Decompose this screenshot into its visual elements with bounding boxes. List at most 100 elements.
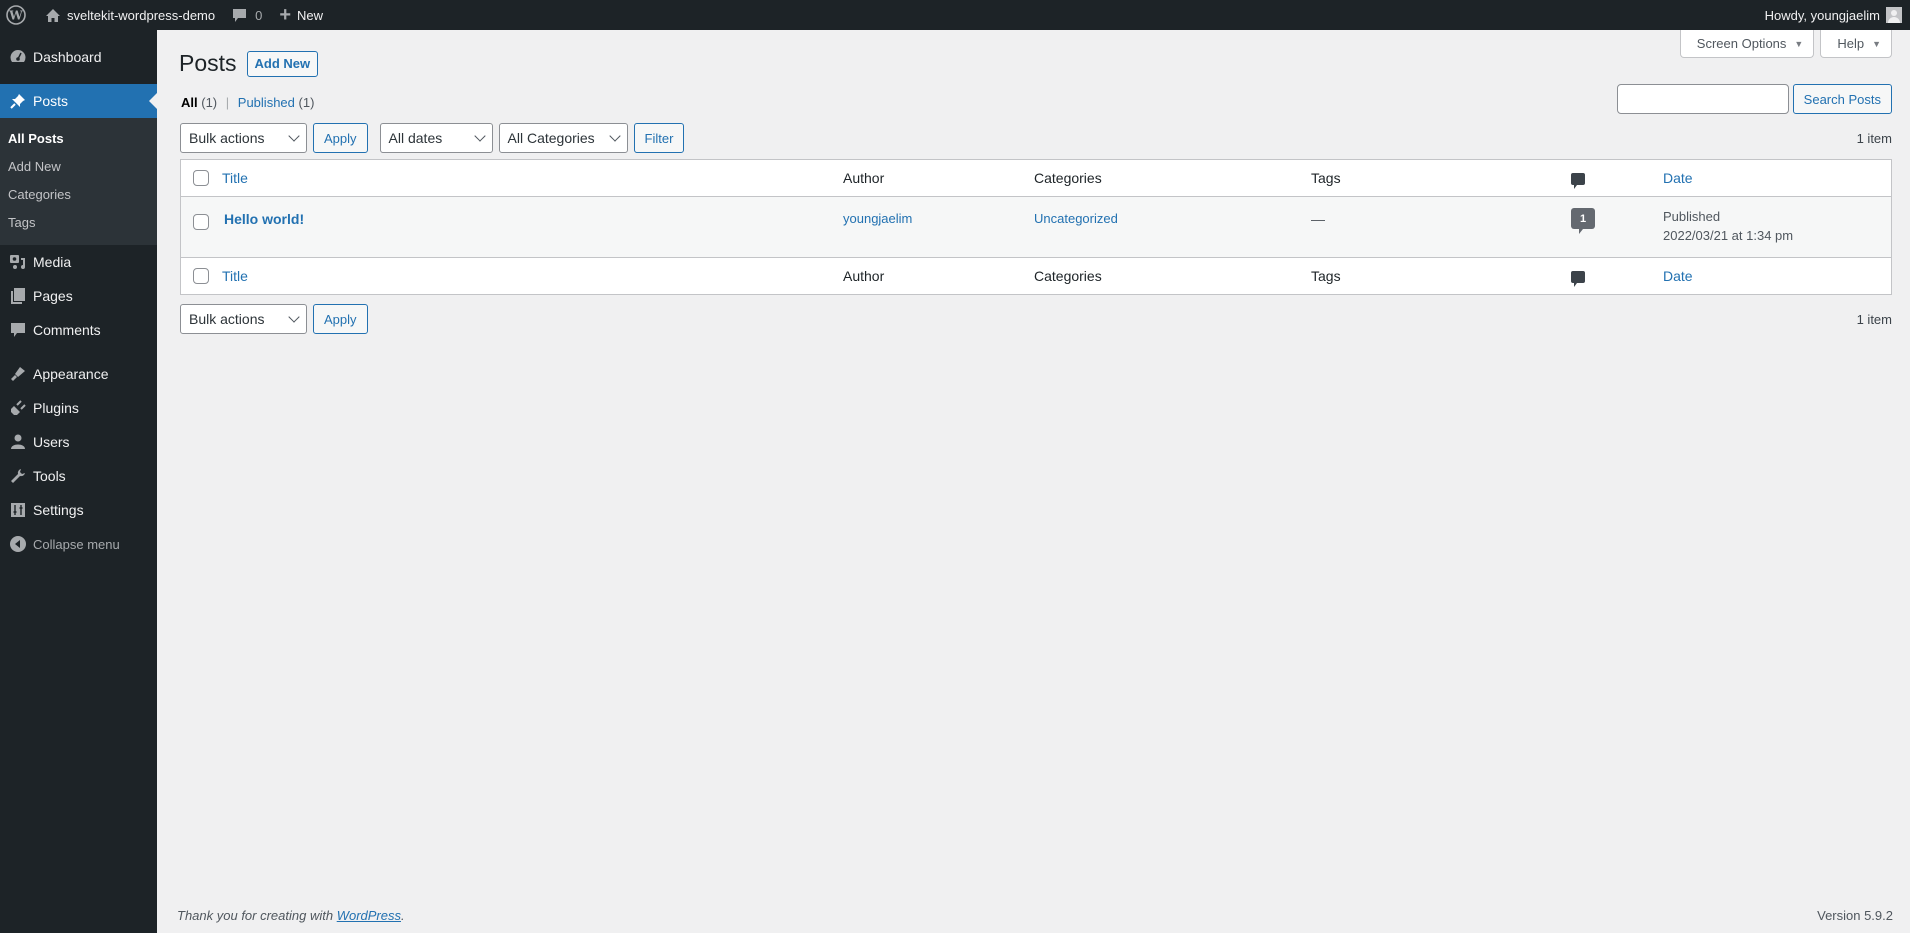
sidebar-item-tools[interactable]: Tools [0, 459, 157, 493]
home-icon [45, 8, 61, 23]
column-title-sort[interactable]: Title [222, 170, 248, 186]
post-tags: — [1311, 211, 1325, 227]
sidebar-label: Comments [33, 322, 101, 338]
search-posts-button[interactable]: Search Posts [1792, 84, 1892, 114]
site-name: sveltekit-wordpress-demo [67, 7, 216, 23]
categories-filter-select[interactable]: All Categories [498, 123, 628, 153]
sidebar-label: Dashboard [33, 49, 102, 65]
wp-logo-menu[interactable]: W [0, 0, 33, 30]
comment-bubble-icon [1571, 271, 1585, 287]
new-content-menu[interactable]: + New [269, 0, 330, 30]
submenu-categories[interactable]: Categories [0, 181, 157, 209]
chevron-down-icon [608, 129, 621, 142]
media-icon [8, 252, 28, 272]
select-all-checkbox[interactable] [193, 170, 209, 186]
main-content: Screen Options ▼ Help ▼ Posts Add New Al… [157, 30, 1910, 933]
post-date-value: 2022/03/21 at 1:34 pm [1663, 228, 1794, 243]
select-value: Bulk actions [189, 130, 265, 146]
submenu-tags[interactable]: Tags [0, 209, 157, 237]
comments-count: 0 [255, 7, 263, 23]
help-button[interactable]: Help ▼ [1820, 30, 1892, 58]
published-count: (1) [298, 95, 315, 110]
sidebar-item-comments[interactable]: Comments [0, 313, 157, 347]
sidebar-label: Pages [33, 288, 73, 304]
view-all[interactable]: All [181, 95, 198, 110]
caret-down-icon: ▼ [1794, 38, 1804, 49]
column-author: Author [843, 170, 885, 186]
screen-options-button[interactable]: Screen Options ▼ [1679, 30, 1815, 58]
bulk-actions-select[interactable]: Bulk actions [180, 123, 307, 153]
apply-button[interactable]: Apply [313, 123, 368, 153]
sidebar-label: Users [33, 434, 70, 450]
site-name-menu[interactable]: sveltekit-wordpress-demo [33, 0, 222, 30]
collapse-menu-button[interactable]: Collapse menu [0, 527, 157, 561]
column-title-sort-footer[interactable]: Title [222, 268, 248, 284]
admin-menu: Dashboard Posts All Posts Add New Catego… [0, 30, 157, 933]
post-category-link[interactable]: Uncategorized [1034, 211, 1118, 226]
search-input[interactable] [1616, 84, 1789, 114]
admin-bar: W sveltekit-wordpress-demo 0 + New Howdy… [0, 0, 1910, 30]
column-tags-footer: Tags [1311, 268, 1341, 284]
thanks-suffix: . [401, 908, 405, 923]
view-published[interactable]: Published [238, 95, 295, 110]
comments-icon [8, 320, 28, 340]
post-status-views: All (1) | Published (1) [181, 95, 314, 110]
post-date: Published 2022/03/21 at 1:34 pm [1663, 207, 1793, 245]
sidebar-item-settings[interactable]: Settings [0, 493, 157, 527]
column-author-footer: Author [843, 268, 885, 284]
chevron-down-icon [473, 129, 486, 142]
select-value: All dates [388, 130, 443, 146]
post-title-link[interactable]: Hello world! [224, 211, 304, 227]
post-comments-count[interactable]: 1 [1571, 208, 1595, 234]
pages-icon [8, 286, 28, 306]
sidebar-item-users[interactable]: Users [0, 425, 157, 459]
wrench-icon [8, 466, 28, 486]
user-icon [8, 432, 28, 452]
post-status: Published [1663, 209, 1721, 224]
row-checkbox[interactable] [193, 214, 209, 230]
sidebar-item-appearance[interactable]: Appearance [0, 357, 157, 391]
pin-icon [8, 91, 28, 111]
comments-menu[interactable]: 0 [222, 0, 269, 30]
table-row: Hello world! youngjaelim Uncategorized —… [181, 197, 1891, 257]
add-new-post-button[interactable]: Add New [246, 50, 319, 77]
column-comments [1571, 170, 1585, 189]
wordpress-link[interactable]: WordPress [337, 908, 401, 923]
column-comments-footer [1571, 268, 1585, 287]
column-date-sort[interactable]: Date [1663, 170, 1693, 186]
column-categories: Categories [1034, 170, 1102, 186]
sidebar-label: Tools [33, 468, 66, 484]
footer-thanks: Thank you for creating with WordPress. [177, 908, 405, 923]
sidebar-item-media[interactable]: Media [0, 245, 157, 279]
submenu-add-new[interactable]: Add New [0, 153, 157, 181]
sidebar-item-posts[interactable]: Posts [0, 84, 157, 118]
apply-button-bottom[interactable]: Apply [313, 304, 368, 334]
new-label: New [297, 7, 324, 23]
table-footer-row: Title Author Categories Tags Date [181, 257, 1891, 294]
bulk-actions-select-bottom[interactable]: Bulk actions [180, 304, 307, 334]
sidebar-item-pages[interactable]: Pages [0, 279, 157, 313]
sidebar-item-plugins[interactable]: Plugins [0, 391, 157, 425]
thanks-text: Thank you for creating with [177, 908, 337, 923]
posts-submenu: All Posts Add New Categories Tags [0, 118, 157, 245]
filter-button[interactable]: Filter [633, 123, 685, 153]
svg-text:W: W [8, 9, 23, 23]
footer: Thank you for creating with WordPress. V… [177, 908, 1893, 923]
post-author-link[interactable]: youngjaelim [843, 211, 912, 226]
wordpress-logo-icon: W [6, 5, 26, 25]
caret-down-icon: ▼ [1872, 38, 1881, 49]
tablenav-top: Bulk actions Apply All dates All Categor… [180, 123, 1892, 153]
footer-version: Version 5.9.2 [1817, 908, 1893, 923]
submenu-all-posts[interactable]: All Posts [0, 125, 157, 153]
sidebar-label: Media [33, 254, 72, 270]
my-account-menu[interactable]: Howdy, youngjaelim [1758, 0, 1902, 30]
brush-icon [8, 364, 28, 384]
search-box: Search Posts [1616, 84, 1892, 114]
select-all-checkbox-footer[interactable] [193, 268, 209, 284]
sidebar-item-dashboard[interactable]: Dashboard [0, 40, 157, 74]
howdy-text: Howdy, youngjaelim [1764, 7, 1880, 23]
plus-icon: + [279, 3, 292, 26]
column-date-sort-footer[interactable]: Date [1663, 268, 1693, 284]
chevron-down-icon [288, 129, 300, 142]
dates-filter-select[interactable]: All dates [379, 123, 493, 153]
